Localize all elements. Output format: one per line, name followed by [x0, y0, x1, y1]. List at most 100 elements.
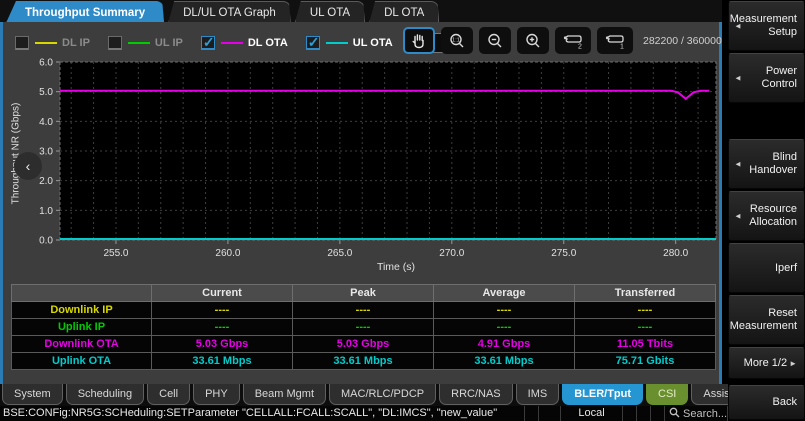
softkey-reset-measurement[interactable]: Reset Measurement: [728, 295, 805, 345]
header-average: Average: [434, 285, 575, 302]
svg-text:275.0: 275.0: [551, 248, 576, 259]
svg-text:3.0: 3.0: [39, 147, 53, 158]
status-cell: [524, 406, 538, 421]
softkey-blind-handover[interactable]: ◄ Blind Handover: [728, 139, 805, 189]
dl-ip-label: DL IP: [62, 37, 90, 49]
ul-ota-label: UL OTA: [353, 37, 393, 49]
legend-dl-ip: DL IP: [15, 36, 90, 50]
cell-transferred: ----: [575, 319, 716, 336]
cell-peak: 5.03 Gbps: [293, 336, 434, 353]
softkey-label: Iperf: [775, 262, 797, 275]
cell-current: 5.03 Gbps: [152, 336, 293, 353]
table-header-row: Current Peak Average Transferred: [12, 285, 716, 302]
local-mode-indicator: Local: [560, 406, 622, 421]
tab-mac-rlc-pdcp[interactable]: MAC/RLC/PDCP: [329, 384, 436, 405]
svg-text:1:1: 1:1: [452, 37, 460, 43]
tab-system[interactable]: System: [2, 384, 63, 405]
tab-ims[interactable]: IMS: [516, 384, 560, 405]
row-label: Downlink IP: [12, 302, 152, 319]
dl-ota-checkbox[interactable]: [201, 36, 215, 50]
status-cell: [538, 406, 560, 421]
dl-ota-color-swatch: [221, 42, 243, 44]
top-tab-bar: Throughput Summary DL/UL OTA Graph UL OT…: [0, 0, 722, 23]
ul-ota-checkbox[interactable]: [306, 36, 320, 50]
row-label: Downlink OTA: [12, 336, 152, 353]
dl-ip-color-swatch: [35, 42, 57, 44]
status-cell: [622, 406, 636, 421]
cell-current: ----: [152, 302, 293, 319]
softkey-label: More 1/2: [744, 357, 787, 370]
ul-ip-checkbox[interactable]: [108, 36, 122, 50]
sample-counter: 282200 / 360000: [643, 35, 722, 47]
svg-text:280.0: 280.0: [663, 248, 688, 259]
marker-2-button[interactable]: 2: [555, 27, 591, 54]
svg-text:260.0: 260.0: [215, 248, 240, 259]
softkey-iperf[interactable]: Iperf: [728, 243, 805, 293]
svg-text:5.0: 5.0: [39, 87, 53, 98]
svg-text:4.0: 4.0: [39, 117, 53, 128]
zoom-in-button[interactable]: [517, 27, 549, 54]
softkey-more[interactable]: More 1/2 ►: [728, 347, 805, 379]
svg-text:Time (s): Time (s): [377, 261, 415, 273]
header-blank: [12, 285, 152, 302]
zoom-out-icon: [486, 32, 504, 50]
tab-cell[interactable]: Cell: [147, 384, 190, 405]
header-peak: Peak: [293, 285, 434, 302]
softkey-resource-allocation[interactable]: ◄ Resource Allocation: [728, 191, 805, 241]
throughput-table: Current Peak Average Transferred Downlin…: [11, 284, 716, 370]
status-bar: BSE:CONFig:NR5G:SCHeduling:SETParameter …: [0, 406, 728, 421]
softkey-label: Blind Handover: [741, 151, 797, 177]
collapse-panel-button[interactable]: ‹: [14, 152, 42, 180]
tab-beam-mgmt[interactable]: Beam Mgmt: [243, 384, 326, 405]
tab-scheduling[interactable]: Scheduling: [66, 384, 144, 405]
softkey-power-control[interactable]: ◄ Power Control: [728, 53, 805, 103]
softkey-label: Reset Measurement: [730, 307, 797, 333]
status-cell: [636, 406, 650, 421]
tab-rrc-nas[interactable]: RRC/NAS: [439, 384, 513, 405]
submenu-left-arrow-icon: ◄: [734, 210, 742, 223]
hand-icon: [410, 32, 428, 50]
table-row: Downlink OTA 5.03 Gbps 5.03 Gbps 4.91 Gb…: [12, 336, 716, 353]
tab-csi[interactable]: CSI: [646, 384, 688, 405]
search-box[interactable]: Search...: [664, 406, 728, 421]
marker-1-button[interactable]: 1: [597, 27, 633, 54]
svg-text:1: 1: [620, 43, 624, 50]
series-legend: DL IP UL IP DL OTA UL OTA NR ▼: [15, 28, 459, 58]
cell-transferred: 11.05 Tbits: [575, 336, 716, 353]
tab-ul-ota[interactable]: UL OTA: [295, 1, 365, 23]
softkey-measurement-setup[interactable]: ◄ Measurement Setup: [728, 1, 805, 51]
tab-throughput-summary[interactable]: Throughput Summary: [6, 1, 164, 23]
pan-hand-button[interactable]: [403, 27, 435, 54]
legend-dl-ota: DL OTA: [201, 36, 288, 50]
cell-peak: ----: [293, 302, 434, 319]
dl-ip-checkbox[interactable]: [15, 36, 29, 50]
softkey-label: Resource Allocation: [741, 203, 797, 229]
search-placeholder: Search...: [683, 408, 727, 420]
cell-transferred: ----: [575, 302, 716, 319]
tab-bler-tput[interactable]: BLER/Tput: [562, 384, 643, 405]
svg-text:0.0: 0.0: [39, 236, 53, 247]
submenu-left-arrow-icon: ◄: [734, 20, 742, 33]
ul-ota-color-swatch: [326, 42, 348, 44]
softkey-back[interactable]: Back: [728, 385, 805, 420]
throughput-panel: DL IP UL IP DL OTA UL OTA NR ▼: [0, 22, 722, 384]
tab-dl-ota[interactable]: DL OTA: [369, 1, 439, 23]
zoom-out-button[interactable]: [479, 27, 511, 54]
cell-peak: 33.61 Mbps: [293, 353, 434, 370]
cell-average: ----: [434, 319, 575, 336]
table-row: Uplink IP ---- ---- ---- ----: [12, 319, 716, 336]
svg-text:255.0: 255.0: [103, 248, 128, 259]
svg-text:1.0: 1.0: [39, 206, 53, 217]
submenu-left-arrow-icon: ◄: [734, 72, 742, 85]
submenu-left-arrow-icon: ◄: [734, 158, 742, 171]
throughput-chart[interactable]: 0.01.02.03.04.05.06.0255.0260.0265.0270.…: [3, 58, 725, 282]
cell-current: 33.61 Mbps: [152, 353, 293, 370]
tab-dl-ul-ota-graph[interactable]: DL/UL OTA Graph: [168, 1, 291, 23]
svg-text:270.0: 270.0: [439, 248, 464, 259]
svg-text:6.0: 6.0: [39, 58, 53, 69]
zoom-1to1-button[interactable]: 1:1: [441, 27, 473, 54]
legend-ul-ota: UL OTA: [306, 36, 393, 50]
cell-average: 4.91 Gbps: [434, 336, 575, 353]
tab-phy[interactable]: PHY: [193, 384, 240, 405]
header-transferred: Transferred: [575, 285, 716, 302]
